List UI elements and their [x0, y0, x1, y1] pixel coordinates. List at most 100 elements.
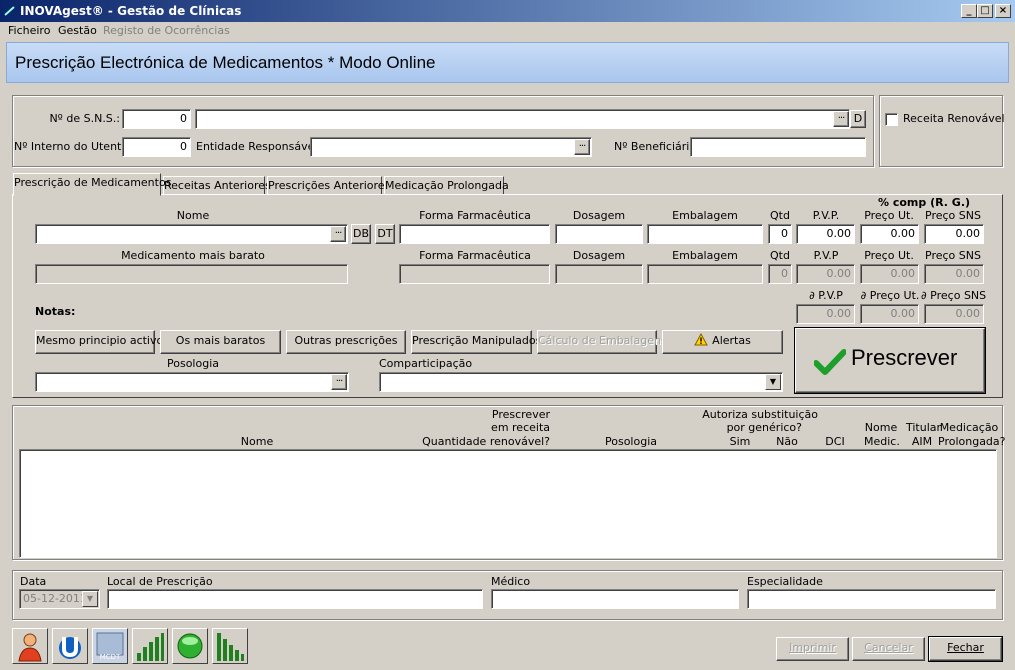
entidade-input[interactable] [310, 137, 592, 157]
col-sim: Sim [729, 435, 751, 448]
menu-gestao[interactable]: Gestão [58, 24, 97, 37]
barato-label: Medicamento mais barato [121, 249, 265, 262]
data-label: Data [20, 575, 47, 588]
mcdt-icon[interactable]: MCDT [92, 628, 128, 664]
posologia-label: Posologia [167, 357, 219, 370]
outras-prescricoes-button[interactable]: Outras prescrições [286, 330, 406, 354]
prescrever-label: Prescrever [851, 345, 958, 370]
chevron-down-icon[interactable]: ▼ [765, 374, 781, 390]
embalagem-input[interactable] [647, 224, 763, 244]
nome-input[interactable] [35, 224, 348, 244]
col-prescrever-2: em receita [491, 421, 550, 434]
col-prescrever-3: Quantidade renovável? [422, 435, 550, 448]
interno-input[interactable]: 0 [122, 137, 191, 157]
comp-title: % comp (R. G.) [878, 196, 971, 209]
receita-renovavel-checkbox[interactable] [885, 113, 898, 126]
sns-d-button[interactable]: D [850, 110, 866, 128]
medico-input[interactable] [491, 589, 739, 609]
entidade-lookup-button[interactable]: ··· [574, 139, 590, 155]
sns-lookup-button[interactable]: ··· [833, 111, 849, 127]
alertas-label: Alertas [712, 334, 751, 347]
posologia-input[interactable] [35, 372, 349, 392]
especialidade-input[interactable] [747, 589, 996, 609]
preco-sns-label: Preço SNS [925, 209, 981, 222]
beneficiario-input[interactable] [690, 137, 866, 157]
delta-pvp-label: ∂ P.V.P [809, 289, 843, 302]
sns-name-input[interactable] [195, 109, 850, 129]
dosagem2-input [555, 264, 643, 284]
minimize-button[interactable]: _ [961, 4, 977, 18]
col-autoriza-1: Autoriza substituição [702, 408, 818, 421]
svg-text:MCDT: MCDT [100, 653, 121, 661]
prescriptions-list[interactable] [19, 449, 997, 558]
col-titular-1: Titular [906, 421, 942, 434]
pvp-label: P.V.P. [812, 209, 840, 222]
tab-medicacao-prolongada[interactable]: Medicação Prolongada [384, 176, 509, 195]
maximize-button[interactable]: □ [977, 4, 993, 18]
user-icon[interactable] [12, 628, 48, 664]
local-label: Local de Prescrição [107, 575, 213, 588]
tab-receitas-anteriores[interactable]: Receitas Anteriores [163, 176, 271, 195]
menu-ficheiro[interactable]: Ficheiro [8, 24, 50, 37]
nome-label: Nome [176, 209, 210, 222]
menu-registo[interactable]: Registo de Ocorrências [103, 24, 230, 37]
delta-ut-input: 0.00 [860, 304, 919, 324]
pvp2-input: 0.00 [796, 264, 855, 284]
pvp-input[interactable]: 0.00 [796, 224, 855, 244]
delta-pvp-input: 0.00 [796, 304, 855, 324]
page-header: Prescrição Electrónica de Medicamentos *… [6, 42, 1009, 83]
preco-sns-input[interactable]: 0.00 [924, 224, 984, 244]
warning-icon [694, 332, 709, 346]
especialidade-label: Especialidade [747, 575, 823, 588]
dosagem-input[interactable] [555, 224, 643, 244]
prescricao-manipulados-button[interactable]: Prescrição Manipulados [411, 330, 541, 354]
embalagem2-label: Embalagem [672, 249, 738, 262]
nome-lookup-button[interactable]: ··· [330, 226, 346, 242]
col-nome: Nome [240, 435, 274, 448]
interno-label: Nº Interno do Utente: [14, 140, 132, 153]
magnet-icon[interactable] [52, 628, 88, 664]
bar-chart-up-icon[interactable] [132, 628, 168, 664]
window-title: INOVAgest® - Gestão de Clínicas [20, 4, 242, 18]
date-dropdown-icon[interactable]: ▼ [82, 591, 98, 607]
checkmark-icon [814, 349, 846, 375]
preco-ut-input[interactable]: 0.00 [860, 224, 919, 244]
local-input[interactable] [107, 589, 483, 609]
bar-chart-down-icon[interactable] [212, 628, 248, 664]
comparticipacao-select[interactable] [379, 372, 783, 392]
preco-ut2-label: Preço Ut. [864, 249, 914, 262]
preco-ut-label: Preço Ut. [864, 209, 914, 222]
prescrever-button[interactable]: Prescrever [795, 328, 985, 393]
embalagem2-input [647, 264, 763, 284]
mesmo-principio-button[interactable]: Mesmo principio activo [35, 330, 163, 354]
col-titular-2: AIM [911, 435, 933, 448]
col-nao: Não [776, 435, 798, 448]
receita-group [879, 95, 1003, 167]
preco-ut2-input: 0.00 [860, 264, 919, 284]
calculo-embalagens-button[interactable]: Cálculo de Embalagens [537, 330, 667, 354]
page-title: Prescrição Electrónica de Medicamentos *… [15, 53, 436, 72]
embalagem-label: Embalagem [672, 209, 738, 222]
close-button[interactable]: × [995, 4, 1011, 18]
alertas-button[interactable]: Alertas [662, 330, 783, 354]
qtd2-input: 0 [768, 264, 792, 284]
col-medicacao-1: Medicação [939, 421, 999, 434]
imprimir-button[interactable]: Imprimir [776, 637, 849, 661]
globe-icon[interactable] [172, 628, 208, 664]
forma-input[interactable] [399, 224, 550, 244]
pvp2-label: P.V.P [813, 249, 839, 262]
tab-prescricao-medicamentos[interactable]: Prescrição de Medicamentos [13, 173, 171, 196]
col-nome-medic-1: Nome [864, 421, 898, 434]
dt-button[interactable]: DT [375, 224, 395, 244]
db-button[interactable]: DB [351, 224, 371, 244]
sns-input[interactable]: 0 [122, 109, 191, 129]
title-bar: INOVAgest® - Gestão de Clínicas _ □ × [0, 0, 1015, 22]
preco-sns2-label: Preço SNS [925, 249, 981, 262]
tab-prescricoes-anteriores[interactable]: Prescrições Anteriores [267, 176, 390, 195]
qtd-label: Qtd [770, 209, 790, 222]
posologia-lookup-button[interactable]: ··· [331, 374, 347, 390]
cancelar-button[interactable]: Cancelar [852, 637, 925, 661]
mais-baratos-button[interactable]: Os mais baratos [160, 330, 281, 354]
fechar-button[interactable]: Fechar [929, 637, 1002, 661]
qtd-input[interactable]: 0 [768, 224, 792, 244]
